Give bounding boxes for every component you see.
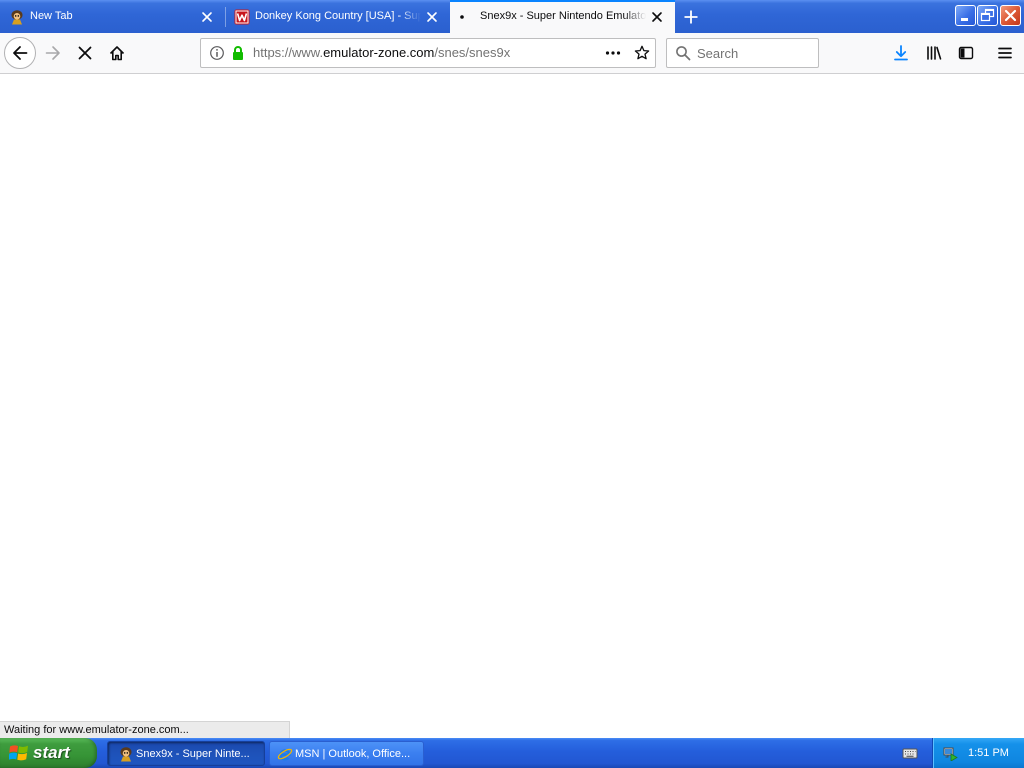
search-icon: [675, 45, 691, 61]
stop-icon[interactable]: [77, 45, 93, 61]
snes9x-icon: [118, 746, 134, 762]
home-icon[interactable]: [109, 45, 125, 61]
search-input[interactable]: [697, 39, 815, 67]
clock[interactable]: 1:51 PM: [968, 738, 1009, 768]
url-path: /snes/snes9x: [434, 45, 511, 60]
tab-snex9x-active[interactable]: Snex9x - Super Nintendo Emulato: [450, 0, 675, 33]
back-button[interactable]: [4, 37, 36, 69]
close-tab-icon[interactable]: [425, 10, 439, 24]
navigation-toolbar: https://www.emulator-zone.com/snes/snes9…: [0, 33, 1024, 74]
start-button[interactable]: start: [0, 738, 97, 768]
tab-donkey-kong-country[interactable]: Donkey Kong Country [USA] - Sup: [225, 0, 450, 33]
tab-new-tab[interactable]: New Tab: [0, 0, 225, 33]
url-prefix: https://www.: [253, 45, 324, 60]
system-tray: 1:51 PM: [932, 738, 1024, 768]
close-tab-icon[interactable]: [200, 10, 214, 24]
restore-button[interactable]: [977, 5, 998, 26]
menu-icon[interactable]: [997, 45, 1013, 61]
url-domain: emulator-zone.com: [323, 45, 435, 60]
library-icon[interactable]: [926, 45, 942, 61]
minimize-icon: [961, 18, 968, 21]
minimize-button[interactable]: [955, 5, 976, 26]
url-text[interactable]: https://www.emulator-zone.com/snes/snes9…: [253, 39, 510, 67]
keyboard-icon[interactable]: [902, 745, 918, 761]
info-icon[interactable]: [209, 45, 225, 61]
sidebar-icon[interactable]: [958, 45, 974, 61]
bookmark-star-icon[interactable]: [634, 45, 650, 61]
tab-strip: New Tab Donkey Kong Country [USA] - Sup …: [0, 0, 1024, 33]
search-box[interactable]: [666, 38, 819, 68]
start-label: start: [33, 743, 70, 762]
taskbar-button-msn[interactable]: MSN | Outlook, Office...: [269, 741, 424, 766]
tray-status-icon[interactable]: [942, 745, 958, 761]
internet-explorer-icon: [277, 746, 293, 762]
tab-title: Snex9x - Super Nintendo Emulato: [480, 10, 646, 22]
lock-icon[interactable]: [230, 45, 246, 61]
close-icon: [1004, 9, 1017, 22]
plus-icon[interactable]: [683, 9, 699, 25]
status-panel: Waiting for www.emulator-zone.com...: [0, 721, 290, 738]
windows-flag-icon: [9, 744, 29, 762]
page-actions-icon[interactable]: [605, 45, 621, 61]
taskbar: start Snex9x - Super Ninte... MSN | Outl…: [0, 738, 1024, 768]
close-tab-icon[interactable]: [650, 10, 664, 24]
tab-title: Donkey Kong Country [USA] - Sup: [255, 10, 421, 22]
taskbar-button-label: MSN | Outlook, Office...: [295, 748, 411, 760]
loading-dot-icon: [459, 9, 475, 25]
address-bar[interactable]: https://www.emulator-zone.com/snes/snes9…: [200, 38, 656, 68]
taskbar-button-snex9x[interactable]: Snex9x - Super Ninte...: [107, 741, 265, 766]
forward-arrow-icon[interactable]: [45, 45, 61, 61]
w-favicon-icon: [234, 9, 250, 25]
tab-title: New Tab: [30, 10, 73, 22]
taskbar-button-label: Snex9x - Super Ninte...: [136, 748, 250, 760]
downloads-icon[interactable]: [893, 45, 909, 61]
active-tab-indicator: [450, 0, 675, 2]
snes9x-favicon-icon: [9, 9, 25, 25]
back-arrow-icon: [13, 46, 28, 60]
close-window-button[interactable]: [1000, 5, 1021, 26]
page-content: [0, 74, 1024, 738]
restore-icon: [980, 8, 995, 22]
